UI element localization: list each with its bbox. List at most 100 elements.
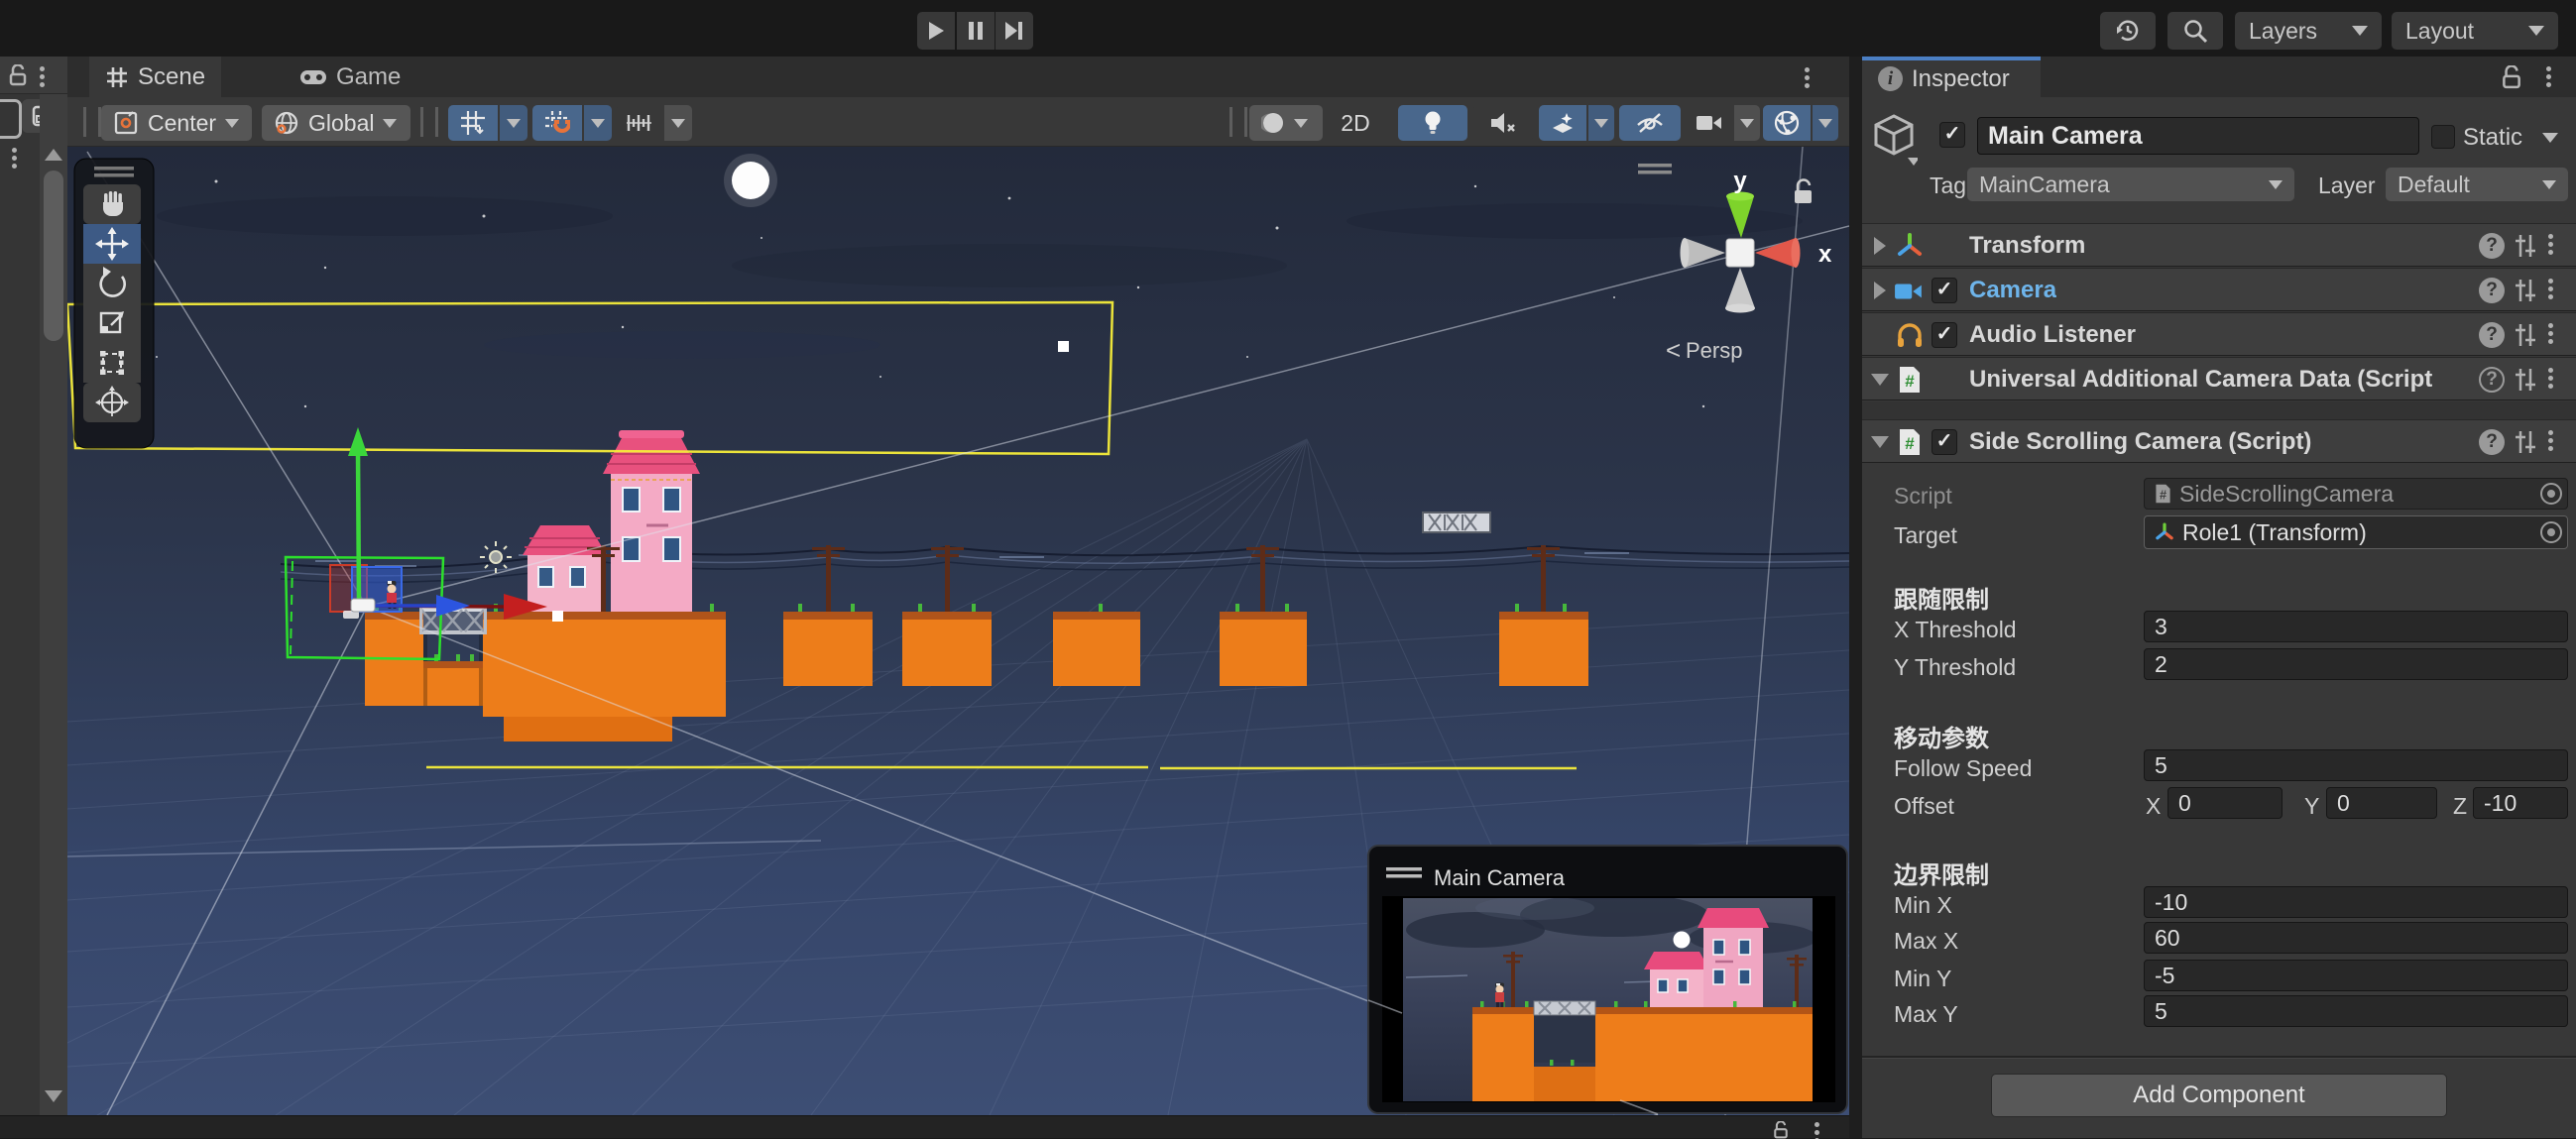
kebab-menu[interactable] (40, 66, 45, 71)
y-axis-handle[interactable] (358, 452, 359, 603)
toolbar-drag-handle[interactable] (1229, 107, 1247, 137)
kebab-menu[interactable] (2546, 66, 2551, 71)
move-tool[interactable] (83, 224, 141, 264)
min-y-field[interactable] (2144, 960, 2568, 991)
offset-y-field[interactable] (2326, 787, 2437, 819)
lock-icon[interactable] (8, 64, 28, 86)
kebab-menu[interactable] (2548, 430, 2553, 435)
tab-inspector[interactable]: i Inspector (1862, 57, 2041, 97)
floating-bridge-piece[interactable] (1423, 513, 1490, 532)
effects-dropdown[interactable] (1588, 105, 1614, 141)
rect-tool[interactable] (83, 343, 141, 383)
offset-z-field[interactable] (2473, 787, 2568, 819)
grid-snap-dropdown[interactable] (500, 105, 527, 141)
component-audio-listener[interactable]: ✓ Audio Listener ? (1862, 312, 2576, 356)
foldout-icon[interactable] (1871, 436, 1889, 448)
presets-icon[interactable] (2513, 429, 2538, 455)
cube-icon[interactable] (1870, 112, 1918, 166)
help-icon[interactable]: ? (2479, 322, 2505, 348)
search-button[interactable] (2167, 12, 2223, 50)
bridge-truss[interactable] (419, 608, 487, 634)
frustum-handle[interactable] (1058, 341, 1069, 352)
tab-scene[interactable]: Scene (89, 57, 221, 97)
lock-icon[interactable] (2501, 65, 2522, 89)
kebab-menu[interactable] (2548, 279, 2553, 284)
grid-snap-toggle[interactable] (448, 105, 498, 141)
audio-toggle[interactable] (1473, 105, 1533, 141)
kebab-menu[interactable] (1815, 1122, 1819, 1127)
version-control-button[interactable] (2100, 12, 2156, 50)
presets-icon[interactable] (2513, 233, 2538, 259)
x-threshold-field[interactable] (2144, 611, 2568, 642)
persp-label[interactable]: Persp (1686, 338, 1742, 363)
ruler-dropdown[interactable] (664, 105, 692, 141)
hand-tool[interactable] (83, 184, 141, 224)
toolbar-drag-handle[interactable] (420, 107, 438, 137)
scene-viewport[interactable]: y x < Persp Main Camera (67, 147, 1849, 1115)
kebab-menu[interactable] (1805, 67, 1810, 72)
component-side-scrolling-camera[interactable]: # ✓ Side Scrolling Camera (Script) ? (1862, 419, 2576, 463)
foldout-icon[interactable] (1871, 374, 1889, 386)
help-icon[interactable]: ? (2479, 233, 2505, 259)
small-house[interactable] (523, 525, 607, 612)
rotate-tool[interactable] (83, 264, 141, 303)
scroll-up-icon[interactable] (45, 149, 62, 161)
presets-icon[interactable] (2513, 322, 2538, 348)
foldout-icon[interactable] (1874, 237, 1886, 255)
orientation-dropdown[interactable]: Global (262, 105, 410, 141)
script-object-field[interactable]: # SideScrollingCamera (2144, 478, 2568, 510)
camera-preview-window[interactable]: Main Camera (1368, 846, 1847, 1114)
kebab-menu[interactable] (12, 148, 17, 153)
max-y-field[interactable] (2144, 995, 2568, 1027)
static-dropdown-icon[interactable] (2542, 133, 2558, 143)
vertical-scrollbar[interactable] (40, 94, 67, 1115)
max-x-field[interactable] (2144, 922, 2568, 954)
target-object-field[interactable]: Role1 (Transform) (2144, 515, 2568, 549)
camera-settings-button[interactable] (1687, 105, 1732, 141)
object-picker-icon[interactable] (2540, 521, 2562, 543)
scale-tool[interactable] (83, 303, 141, 343)
kebab-menu[interactable] (2548, 234, 2553, 239)
gizmos-dropdown[interactable] (1813, 105, 1838, 141)
help-icon[interactable]: ? (2479, 278, 2505, 303)
step-button[interactable] (995, 12, 1033, 50)
component-transform[interactable]: Transform ? (1862, 223, 2576, 267)
increment-snap-dropdown[interactable] (584, 105, 612, 141)
effects-toggle[interactable] (1539, 105, 1586, 141)
component-enabled-checkbox[interactable]: ✓ (1932, 322, 1957, 348)
gameobject-name-field[interactable] (1977, 117, 2419, 155)
kebab-menu[interactable] (2548, 368, 2553, 373)
follow-speed-field[interactable] (2144, 749, 2568, 781)
static-checkbox[interactable] (2431, 125, 2455, 149)
help-icon[interactable]: ? (2479, 429, 2505, 455)
add-component-button[interactable]: Add Component (1991, 1074, 2447, 1117)
frustum-handle[interactable] (552, 611, 563, 622)
shading-mode-dropdown[interactable] (1249, 105, 1323, 141)
ruler-toggle[interactable] (617, 105, 662, 141)
transform-tool[interactable] (83, 383, 141, 422)
camera-settings-dropdown[interactable] (1734, 105, 1760, 141)
component-universal-additional-camera-data[interactable]: # Universal Additional Camera Data (Scri… (1862, 357, 2576, 400)
cropped-button[interactable] (0, 99, 22, 139)
gizmos-toggle[interactable] (1763, 105, 1811, 141)
help-icon[interactable]: ? (2479, 367, 2505, 393)
preview-drag-handle[interactable] (1386, 867, 1422, 871)
overlay-drag-handle[interactable] (1638, 164, 1672, 168)
panel-splitter[interactable] (1849, 57, 1862, 1138)
y-threshold-field[interactable] (2144, 648, 2568, 680)
layer-dropdown[interactable]: Default (2386, 168, 2568, 201)
component-enabled-checkbox[interactable]: ✓ (1932, 278, 1957, 303)
increment-snap-toggle[interactable] (532, 105, 582, 141)
gameobject-enabled-checkbox[interactable]: ✓ (1939, 122, 1965, 148)
component-enabled-checkbox[interactable]: ✓ (1932, 429, 1957, 455)
gizmo-center-cube[interactable] (1726, 239, 1754, 267)
persp-arrow-icon[interactable]: < (1666, 335, 1681, 365)
toolbar-drag-handle[interactable] (83, 107, 101, 137)
lighting-toggle[interactable] (1398, 105, 1467, 141)
gizmo-center-handle[interactable] (351, 599, 375, 612)
large-house[interactable] (603, 430, 700, 612)
tag-dropdown[interactable]: MainCamera (1967, 168, 2294, 201)
lock-icon[interactable] (1771, 1121, 1791, 1139)
layout-dropdown[interactable]: Layout (2392, 12, 2558, 50)
kebab-menu[interactable] (2548, 323, 2553, 328)
